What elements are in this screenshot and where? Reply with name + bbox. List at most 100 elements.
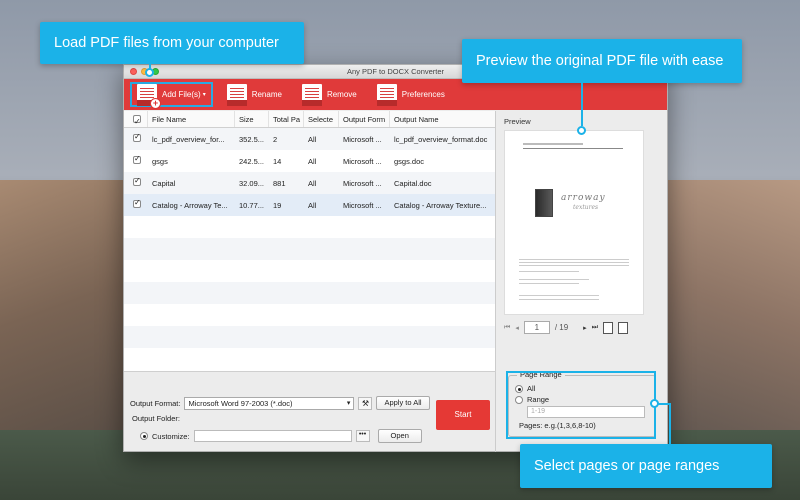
preview-panel: Preview arroway textures ⏮ ◂ 1 / 19 ▸ ⏭ bbox=[504, 117, 664, 367]
apply-to-all-button[interactable]: Apply to All bbox=[376, 396, 430, 410]
column-header[interactable]: Output Name bbox=[390, 111, 495, 127]
close-window-button[interactable] bbox=[130, 68, 137, 75]
preview-page: arroway textures bbox=[504, 130, 644, 315]
cell-selected: All bbox=[308, 156, 317, 166]
cell-total-pages: 881 bbox=[273, 178, 286, 188]
cell-size: 10.77... bbox=[239, 200, 265, 210]
page-number-input[interactable]: 1 bbox=[523, 321, 550, 334]
customize-radio[interactable] bbox=[140, 432, 148, 440]
open-button[interactable]: Open bbox=[377, 429, 422, 443]
row-checkbox-cell[interactable] bbox=[124, 156, 148, 166]
select-all-checkbox[interactable] bbox=[133, 113, 141, 127]
column-header[interactable]: Output Form bbox=[339, 111, 390, 127]
rename-label: Rename bbox=[251, 90, 282, 99]
callout-load-text: Load PDF files from your computer bbox=[54, 35, 279, 51]
row-checkbox-cell[interactable] bbox=[124, 178, 148, 188]
cell-output-format: Microsoft ... bbox=[343, 134, 382, 144]
callout-load-files: Load PDF files from your computer bbox=[40, 22, 304, 64]
preferences-icon bbox=[376, 83, 397, 106]
callout-preview: Preview the original PDF file with ease bbox=[462, 39, 742, 83]
column-header[interactable]: File Name bbox=[148, 111, 235, 127]
rename-icon bbox=[226, 83, 247, 106]
add-file-icon: + bbox=[137, 83, 161, 109]
empty-row bbox=[124, 238, 495, 260]
last-page-icon[interactable]: ⏭ bbox=[592, 324, 598, 332]
callout-pages-leader-v bbox=[669, 403, 671, 444]
browse-button[interactable]: ••• bbox=[355, 430, 370, 442]
output-path-input[interactable] bbox=[193, 430, 352, 442]
output-format-select[interactable]: Microsoft Word 97-2003 (*.doc) bbox=[184, 396, 355, 410]
cell-file-name: gsgs bbox=[152, 156, 168, 166]
table-row[interactable]: gsgs 242.5... 14 All Microsoft ... gsgs.doc bbox=[124, 150, 495, 172]
callout-page-range: Select pages or page ranges bbox=[520, 444, 772, 488]
cell-output-format: Microsoft ... bbox=[343, 156, 382, 166]
empty-row bbox=[124, 348, 495, 370]
preview-brand-sub: textures bbox=[573, 204, 599, 211]
next-page-icon[interactable]: ▸ bbox=[583, 324, 587, 332]
table-row[interactable]: Catalog - Arroway Te... 10.77... 19 All Micr… bbox=[124, 194, 495, 216]
fit-page-icon[interactable] bbox=[603, 321, 613, 334]
rename-button[interactable]: Rename bbox=[221, 82, 288, 107]
callout-pages-dot bbox=[650, 399, 659, 408]
row-checkbox[interactable] bbox=[133, 200, 141, 208]
chevron-down-icon: ▾ bbox=[202, 92, 206, 98]
row-checkbox[interactable] bbox=[133, 178, 141, 186]
output-format-label: Output Format: bbox=[130, 398, 181, 408]
cell-size: 242.5... bbox=[239, 156, 265, 166]
preferences-label: Preferences bbox=[401, 90, 445, 99]
table-row[interactable]: lc_pdf_overview_for... 352.5... 2 All Micros… bbox=[124, 128, 495, 150]
add-files-label: Add File(s) bbox=[162, 90, 201, 99]
output-folder-label: Output Folder: bbox=[132, 414, 180, 423]
first-page-icon[interactable]: ⏮ bbox=[504, 324, 510, 332]
start-button[interactable]: Start bbox=[436, 400, 490, 430]
wrench-icon[interactable]: ⚒ bbox=[358, 396, 373, 410]
remove-button[interactable]: Remove bbox=[296, 82, 363, 107]
output-settings: Output Format: Microsoft Word 97-2003 (*… bbox=[124, 371, 496, 452]
pager: ⏮ ◂ 1 / 19 ▸ ⏭ bbox=[504, 321, 664, 334]
export-page-icon[interactable] bbox=[618, 321, 628, 334]
cell-output-name: lc_pdf_overview_format.doc bbox=[394, 134, 488, 144]
row-checkbox[interactable] bbox=[133, 156, 141, 164]
cell-output-name: Capital.doc bbox=[394, 178, 432, 188]
cell-output-format: Microsoft ... bbox=[343, 178, 382, 188]
cell-file-name: Catalog - Arroway Te... bbox=[152, 200, 228, 210]
column-header[interactable]: Selecte bbox=[304, 111, 339, 127]
add-files-button[interactable]: + Add File(s) ▾ bbox=[130, 82, 213, 109]
column-header[interactable]: Total Pa bbox=[269, 111, 304, 127]
cell-size: 32.09... bbox=[239, 178, 265, 188]
cell-selected: All bbox=[308, 134, 317, 144]
cell-file-name: Capital bbox=[152, 178, 176, 188]
cell-output-name: gsgs.doc bbox=[394, 156, 425, 166]
book-cover-image bbox=[535, 189, 553, 217]
row-checkbox[interactable] bbox=[133, 134, 141, 142]
window-title: Any PDF to DOCX Converter bbox=[346, 67, 445, 76]
cell-total-pages: 14 bbox=[273, 156, 282, 166]
file-list-header: File Name Size Total Pa Selecte Output F… bbox=[124, 111, 495, 128]
cell-total-pages: 19 bbox=[273, 200, 282, 210]
column-header[interactable]: Size bbox=[235, 111, 269, 127]
row-checkbox-cell[interactable] bbox=[124, 134, 148, 144]
empty-row bbox=[124, 216, 495, 238]
empty-row bbox=[124, 282, 495, 304]
cell-total-pages: 2 bbox=[273, 134, 278, 144]
empty-row bbox=[124, 326, 495, 348]
row-checkbox-cell[interactable] bbox=[124, 200, 148, 210]
customize-label: Customize: bbox=[152, 431, 190, 441]
file-list: File Name Size Total Pa Selecte Output F… bbox=[124, 111, 496, 371]
empty-row bbox=[124, 304, 495, 326]
remove-icon bbox=[301, 83, 322, 106]
callout-preview-dot bbox=[577, 126, 586, 135]
select-all-column[interactable] bbox=[124, 111, 148, 127]
prev-page-icon[interactable]: ◂ bbox=[515, 324, 519, 332]
callout-preview-leader bbox=[581, 83, 583, 126]
callout-load-dot bbox=[145, 68, 154, 77]
table-row[interactable]: Capital 32.09... 881 All Microsoft ... Capita… bbox=[124, 172, 495, 194]
preview-brand: arroway bbox=[561, 193, 606, 203]
page-range-highlight bbox=[506, 371, 656, 439]
cell-size: 352.5... bbox=[239, 134, 265, 144]
cell-selected: All bbox=[308, 178, 317, 188]
cell-output-format: Microsoft ... bbox=[343, 200, 382, 210]
toolbar: + Add File(s) ▾ Rename Remove Preference… bbox=[124, 79, 667, 110]
preferences-button[interactable]: Preferences bbox=[371, 82, 451, 107]
cell-file-name: lc_pdf_overview_for... bbox=[152, 134, 225, 144]
